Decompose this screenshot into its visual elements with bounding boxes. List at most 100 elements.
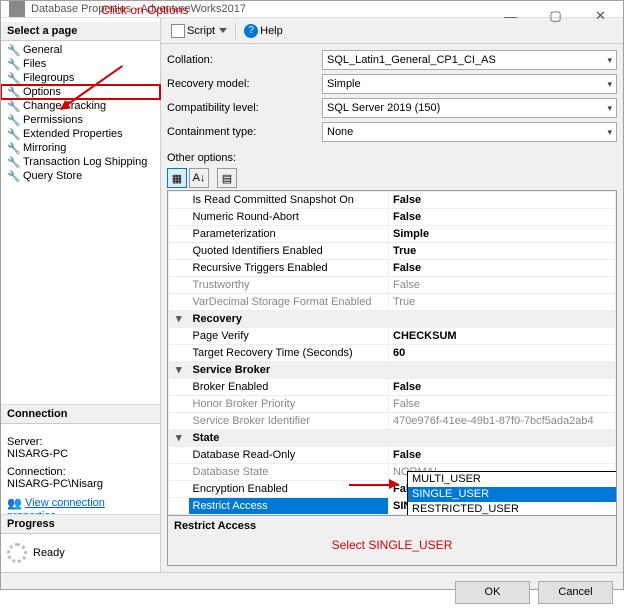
prop-key[interactable]: Target Recovery Time (Seconds) (189, 345, 389, 362)
minimize-button[interactable]: — (488, 1, 533, 31)
property-pages-button[interactable]: ▤ (217, 168, 237, 188)
script-button[interactable]: Script (167, 22, 231, 40)
compat-level-value: SQL Server 2019 (150) (327, 102, 440, 114)
prop-val[interactable]: CHECKSUM (389, 328, 616, 345)
help-button[interactable]: ? Help (240, 22, 287, 40)
server-label: Server: (7, 436, 154, 448)
prop-key: Service Broker Identifier (189, 413, 389, 430)
collapse-icon[interactable]: ▾ (169, 362, 189, 379)
collation-value: SQL_Latin1_General_CP1_CI_AS (327, 54, 496, 66)
prop-key[interactable]: Broker Enabled (189, 379, 389, 396)
title-bar: Database Properties - AdventureWorks2017… (1, 1, 623, 18)
prop-val[interactable]: Simple (389, 226, 616, 243)
prop-val[interactable]: False (389, 379, 616, 396)
chevron-down-icon: ▾ (607, 127, 612, 138)
ok-button[interactable]: OK (455, 581, 530, 604)
collapse-icon[interactable]: ▾ (169, 430, 189, 447)
recovery-model-select[interactable]: Simple▾ (322, 74, 617, 94)
prop-val[interactable]: False (389, 260, 616, 277)
progress-spinner-icon (7, 543, 27, 563)
prop-key[interactable]: Quoted Identifiers Enabled (189, 243, 389, 260)
recovery-model-value: Simple (327, 78, 361, 90)
progress-header: Progress (1, 514, 160, 534)
category-recovery[interactable]: Recovery (189, 311, 616, 328)
category-state[interactable]: State (189, 430, 616, 447)
nav-filegroups[interactable]: 🔧Filegroups (1, 71, 160, 85)
prop-key[interactable]: Parameterization (189, 226, 389, 243)
property-grid[interactable]: Is Read Committed Snapshot OnFalse Numer… (168, 191, 616, 515)
cancel-button[interactable]: Cancel (538, 581, 613, 604)
prop-key[interactable]: Recursive Triggers Enabled (189, 260, 389, 277)
prop-val: True (389, 294, 616, 311)
containment-select[interactable]: None▾ (322, 122, 617, 142)
chevron-down-icon: ▾ (607, 103, 612, 114)
annotation-arrow (349, 484, 393, 486)
close-button[interactable]: ✕ (578, 1, 623, 31)
prop-val: False (389, 277, 616, 294)
collapse-icon[interactable]: ▾ (169, 311, 189, 328)
chevron-down-icon: ▾ (607, 55, 612, 66)
nav-label: Transaction Log Shipping (23, 156, 147, 168)
nav-label: General (23, 44, 62, 56)
collation-label: Collation: (167, 54, 322, 66)
select-page-header: Select a page (1, 22, 160, 41)
server-value: NISARG-PC (7, 448, 154, 460)
nav-change-tracking[interactable]: 🔧Change Tracking (1, 99, 160, 113)
nav-label: Extended Properties (23, 128, 123, 140)
prop-val[interactable]: False (389, 209, 616, 226)
nav-label: Files (23, 58, 46, 70)
annotation-arrowhead (389, 479, 399, 489)
nav-label: Permissions (23, 114, 83, 126)
prop-key[interactable]: Page Verify (189, 328, 389, 345)
app-icon (9, 1, 25, 17)
prop-val[interactable]: 60 (389, 345, 616, 362)
connection-header: Connection (1, 404, 160, 424)
restrict-access-dropdown: MULTI_USER SINGLE_USER RESTRICTED_USER (407, 471, 617, 516)
nav-files[interactable]: 🔧Files (1, 57, 160, 71)
nav-permissions[interactable]: 🔧Permissions (1, 113, 160, 127)
prop-val[interactable]: True (389, 243, 616, 260)
prop-val: 470e976f-41ee-49b1-87f0-7bcf5ada2ab4 (389, 413, 616, 430)
people-icon: 👥 (7, 496, 21, 510)
maximize-button[interactable]: ▢ (533, 1, 578, 31)
prop-key: Trustworthy (189, 277, 389, 294)
chevron-down-icon (219, 28, 227, 33)
prop-key-restrict-access[interactable]: Restrict Access (189, 498, 389, 515)
nav-options[interactable]: 🔧Options (1, 85, 160, 99)
nav-query-store[interactable]: 🔧Query Store (1, 169, 160, 183)
nav-label: Query Store (23, 170, 82, 182)
nav-mirroring[interactable]: 🔧Mirroring (1, 141, 160, 155)
prop-key: VarDecimal Storage Format Enabled (189, 294, 389, 311)
nav-label: Filegroups (23, 72, 74, 84)
categorized-button[interactable]: ▦ (167, 168, 187, 188)
dropdown-opt-restricted-user[interactable]: RESTRICTED_USER (408, 502, 617, 516)
compat-level-select[interactable]: SQL Server 2019 (150) ▾ (322, 98, 617, 118)
prop-key: Honor Broker Priority (189, 396, 389, 413)
connection-value: NISARG-PC\Nisarg (7, 478, 154, 490)
prop-key[interactable]: Database Read-Only (189, 447, 389, 464)
help-icon: ? (244, 24, 258, 38)
prop-key: Database State (189, 464, 389, 481)
progress-status: Ready (33, 547, 65, 559)
category-service-broker[interactable]: Service Broker (189, 362, 616, 379)
nav-extended-properties[interactable]: 🔧Extended Properties (1, 127, 160, 141)
window-title: Database Properties - AdventureWorks2017 (31, 3, 246, 15)
prop-key[interactable]: Numeric Round-Abort (189, 209, 389, 226)
prop-val[interactable]: False (389, 192, 616, 209)
connection-label: Connection: (7, 466, 154, 478)
description-title: Restrict Access (174, 520, 610, 532)
prop-val[interactable]: False (389, 447, 616, 464)
compat-level-label: Compatibility level: (167, 102, 322, 114)
help-label: Help (260, 25, 283, 37)
prop-key[interactable]: Is Read Committed Snapshot On (189, 192, 389, 209)
dropdown-opt-multi-user[interactable]: MULTI_USER (408, 472, 617, 487)
nav-label: Mirroring (23, 142, 66, 154)
nav-transaction-log-shipping[interactable]: 🔧Transaction Log Shipping (1, 155, 160, 169)
collation-select[interactable]: SQL_Latin1_General_CP1_CI_AS ▾ (322, 50, 617, 70)
alphabetical-button[interactable]: A↓ (189, 168, 209, 188)
other-options-label: Other options: (167, 152, 617, 164)
prop-val: False (389, 396, 616, 413)
annotation-select-single: Select SINGLE_USER (332, 538, 453, 552)
dropdown-opt-single-user[interactable]: SINGLE_USER (408, 487, 617, 502)
nav-general[interactable]: 🔧General (1, 43, 160, 57)
